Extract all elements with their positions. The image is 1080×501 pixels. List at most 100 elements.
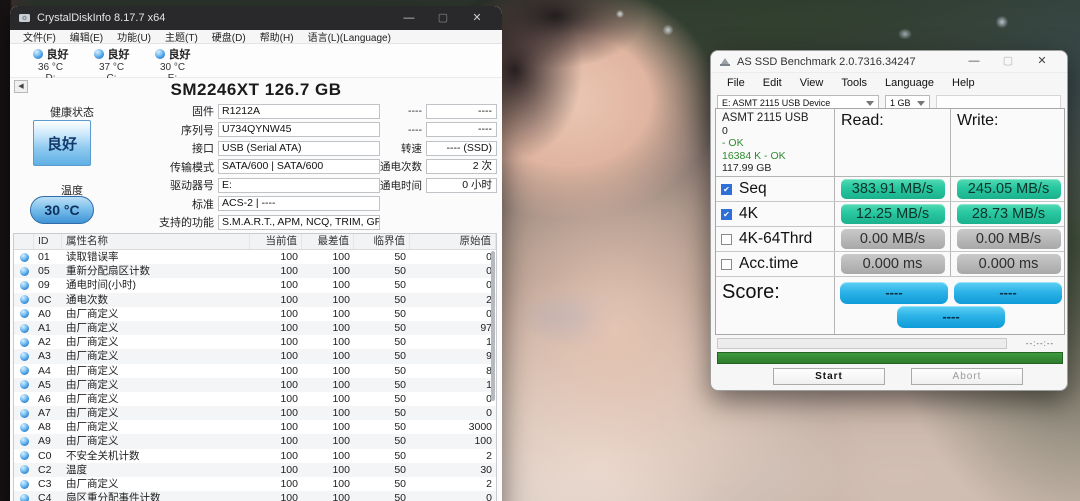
smart-threshold-cell: 50 xyxy=(394,492,406,501)
cdi-drive-tabs: 良好36 °CD:良好37 °CC:良好30 °CE: xyxy=(10,44,502,85)
write-column-header: Write: xyxy=(957,112,999,129)
asd-menu-item-edit[interactable]: Edit xyxy=(755,77,790,89)
cdi-menu-item[interactable]: 功能(U) xyxy=(110,29,158,44)
smart-status-icon xyxy=(19,366,29,376)
smart-name-cell: 由厂商定义 xyxy=(66,321,119,334)
score-pills: ---- ---- ---- xyxy=(835,277,1066,334)
cdi-menu-item[interactable]: 编辑(E) xyxy=(63,29,110,44)
table-row[interactable]: A1 由厂商定义 100 100 50 97 xyxy=(14,320,496,336)
cdi-menu-item[interactable]: 主题(T) xyxy=(158,29,205,44)
cdi-menu-item[interactable]: 帮助(H) xyxy=(253,29,301,44)
smart-status-icon xyxy=(19,394,29,404)
checkbox-checked-icon[interactable]: ✔ xyxy=(721,208,732,220)
screen: CrystalDiskInfo 8.17.7 x64 — ▢ ✕ 文件(F) 编辑… xyxy=(0,0,1080,501)
checkbox-unchecked-icon[interactable] xyxy=(721,258,732,270)
smart-current-cell: 100 xyxy=(280,364,298,377)
table-row[interactable]: A6 由厂商定义 100 100 50 0 xyxy=(14,392,496,406)
table-row[interactable]: 09 通电时间(小时) 100 100 50 0 xyxy=(14,278,496,292)
temperature-button[interactable]: 30 °C xyxy=(30,196,94,224)
field-label: 通电时间 xyxy=(380,179,422,192)
table-row[interactable]: C4 扇区重分配事件计数 100 100 50 0 xyxy=(14,491,496,501)
cdi-menu-item[interactable]: 语言(L)(Language) xyxy=(301,29,398,44)
asd-menu-item-tools[interactable]: Tools xyxy=(833,77,875,89)
cdi-menu-item[interactable]: 文件(F) xyxy=(16,29,63,44)
table-row[interactable]: A5 由厂商定义 100 100 50 1 xyxy=(14,377,496,392)
cdi-maximize-icon[interactable]: ▢ xyxy=(426,12,460,24)
drive-status-text: 良好 xyxy=(107,49,130,61)
benchmark-row-label: Acc.time xyxy=(739,255,799,272)
smart-id-cell: C0 xyxy=(38,449,52,462)
score-row: Score: ---- ---- ---- xyxy=(716,277,1064,334)
disk-status-icon xyxy=(32,49,43,59)
cdi-minimize-icon[interactable]: — xyxy=(392,12,426,24)
smart-id-cell: 01 xyxy=(38,251,50,263)
smart-status-cell xyxy=(14,307,34,321)
table-row[interactable]: A0 由厂商定义 100 100 50 0 xyxy=(14,307,496,321)
asd-menu-item-help[interactable]: Help xyxy=(944,77,983,89)
table-row[interactable]: C2 温度 100 100 50 30 xyxy=(14,462,496,477)
smart-threshold-cell: 50 xyxy=(394,364,406,377)
disk-info-field-row: 标准 ACS-2 | ---- xyxy=(138,195,380,214)
table-row[interactable]: C0 不安全关机计数 100 100 50 2 xyxy=(14,449,496,463)
asd-menu-item-file[interactable]: File xyxy=(719,77,753,89)
test-size-value: 1 GB xyxy=(889,98,911,108)
back-arrow-button[interactable]: ◀ xyxy=(14,80,28,93)
smart-name-cell: 温度 xyxy=(66,463,87,476)
asd-minimize-icon[interactable]: — xyxy=(957,56,991,67)
smart-status-icon xyxy=(19,351,29,361)
smart-name-cell: 由厂商定义 xyxy=(66,407,119,420)
smart-table-body: 01 读取错误率 100 100 50 0 05 重新分配扇区计数 100 100 50 0 09 通电时… xyxy=(14,250,496,501)
read-value-pill: 0.000 ms xyxy=(840,254,945,274)
health-status-button[interactable]: 良好 xyxy=(33,120,91,166)
smart-worst-cell: 100 xyxy=(332,421,350,434)
cdi-menu-item[interactable]: 硬盘(D) xyxy=(205,29,253,44)
table-row[interactable]: 0C 通电次数 100 100 50 2 xyxy=(14,292,496,307)
smart-status-icon xyxy=(19,451,29,461)
table-row[interactable]: A8 由厂商定义 100 100 50 3000 xyxy=(14,420,496,434)
smart-worst-cell: 100 xyxy=(332,492,350,501)
device-info-line: - OK xyxy=(722,137,744,149)
table-row[interactable]: A4 由厂商定义 100 100 50 8 xyxy=(14,364,496,378)
smart-raw-cell: 1 xyxy=(486,336,492,349)
table-row[interactable]: A9 由厂商定义 100 100 50 100 xyxy=(14,434,496,449)
smart-raw-cell: 2 xyxy=(486,293,492,306)
asd-maximize-icon[interactable]: ▢ xyxy=(991,56,1025,67)
disk-info-field-row: ---- ---- xyxy=(370,102,497,121)
field-value: R1212A xyxy=(218,103,380,119)
smart-current-cell: 100 xyxy=(280,492,298,501)
write-value-pill: 0.00 MB/s xyxy=(956,229,1061,249)
smart-table-header: ID 属性名称 当前值 最差值 临界值 原始值 xyxy=(14,234,496,250)
smart-name-cell: 通电次数 xyxy=(66,293,108,306)
smart-status-cell xyxy=(14,491,34,501)
device-info-line: ASMT 2115 USB xyxy=(722,112,809,124)
table-row[interactable]: C3 由厂商定义 100 100 50 2 xyxy=(14,477,496,491)
checkbox-unchecked-icon[interactable] xyxy=(721,233,732,245)
smart-name-cell: 通电时间(小时) xyxy=(66,279,136,292)
benchmark-row-label-cell: Acc.time xyxy=(716,252,835,276)
score-total-pill: ---- xyxy=(897,306,1005,328)
field-value: ACS-2 | ---- xyxy=(218,196,380,212)
table-scrollbar[interactable] xyxy=(491,251,495,401)
smart-header-cell: 最差值 xyxy=(302,234,354,249)
smart-current-cell: 100 xyxy=(280,392,298,405)
table-row[interactable]: 01 读取错误率 100 100 50 0 xyxy=(14,250,496,264)
smart-attribute-table: ID 属性名称 当前值 最差值 临界值 原始值 01 读取错误率 100 100 50 0 05 重新分… xyxy=(13,233,497,501)
smart-name-cell: 由厂商定义 xyxy=(66,378,119,391)
table-row[interactable]: A7 由厂商定义 100 100 50 0 xyxy=(14,406,496,421)
start-button[interactable]: Start xyxy=(773,368,885,385)
benchmark-row-label-cell: ✔ Seq xyxy=(716,177,835,201)
checkbox-checked-icon[interactable]: ✔ xyxy=(721,183,732,195)
asd-close-icon[interactable]: ✕ xyxy=(1025,56,1059,67)
field-value: ---- xyxy=(426,103,497,119)
asd-menu-item-view[interactable]: View xyxy=(792,77,832,89)
smart-status-icon xyxy=(19,437,29,447)
cdi-close-icon[interactable]: ✕ xyxy=(460,12,494,24)
abort-button[interactable]: Abort xyxy=(911,368,1023,385)
asd-menu-item-language[interactable]: Language xyxy=(877,77,942,89)
drive-status-text: 良好 xyxy=(168,49,191,61)
table-row[interactable]: A3 由厂商定义 100 100 50 9 xyxy=(14,349,496,364)
field-label: 固件 xyxy=(192,106,214,119)
table-row[interactable]: A2 由厂商定义 100 100 50 1 xyxy=(14,335,496,349)
table-row[interactable]: 05 重新分配扇区计数 100 100 50 0 xyxy=(14,264,496,279)
field-label: ---- xyxy=(408,123,422,136)
